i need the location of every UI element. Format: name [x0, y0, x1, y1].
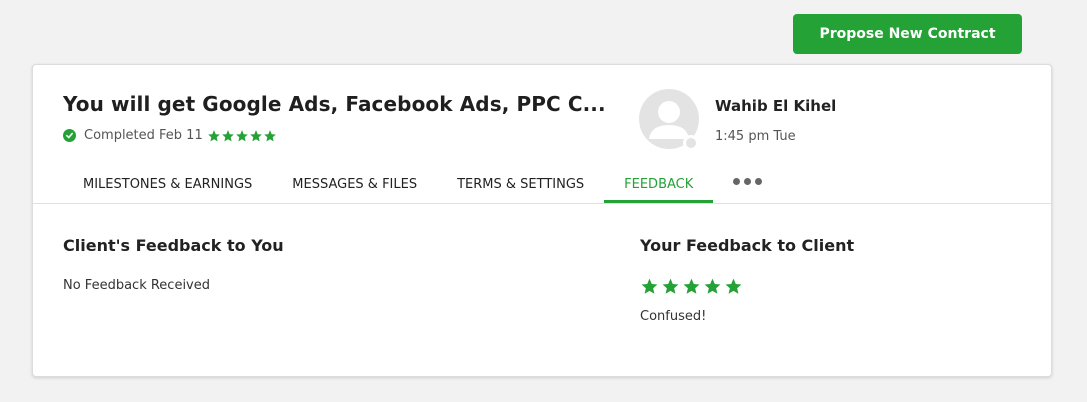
star-icon	[221, 129, 234, 141]
star-icon	[249, 129, 262, 141]
contract-rating-stars	[207, 129, 277, 143]
tabs-divider	[33, 203, 1051, 204]
tab-messages-files[interactable]: MESSAGES & FILES	[272, 166, 437, 203]
star-icon	[641, 278, 658, 294]
star-icon	[662, 278, 679, 294]
tab-feedback[interactable]: FEEDBACK	[604, 166, 714, 203]
your-feedback-heading: Your Feedback to Client	[640, 236, 855, 255]
more-dots-icon[interactable]	[713, 166, 782, 203]
contract-card: You will get Google Ads, Facebook Ads, P…	[32, 64, 1052, 377]
tab-milestones-earnings[interactable]: MILESTONES & EARNINGS	[63, 166, 272, 203]
tab-terms-settings[interactable]: TERMS & SETTINGS	[437, 166, 604, 203]
status-text: Completed Feb 11	[84, 128, 203, 143]
contract-title: You will get Google Ads, Facebook Ads, P…	[63, 92, 606, 116]
presence-indicator	[683, 135, 699, 151]
your-feedback-comment: Confused!	[640, 309, 707, 324]
client-feedback-heading: Client's Feedback to You	[63, 236, 284, 255]
contract-tabs: MILESTONES & EARNINGS MESSAGES & FILES T…	[63, 166, 782, 203]
client-feedback-text: No Feedback Received	[63, 278, 210, 293]
star-icon	[207, 129, 220, 141]
check-circle-icon	[63, 129, 76, 142]
star-icon	[683, 278, 700, 294]
client-name: Wahib El Kihel	[715, 97, 837, 115]
star-icon	[725, 278, 742, 294]
your-feedback-rating-stars	[640, 277, 743, 296]
star-icon	[263, 129, 276, 141]
propose-new-contract-button[interactable]: Propose New Contract	[793, 14, 1022, 54]
star-icon	[235, 129, 248, 141]
contract-status: Completed Feb 11	[63, 128, 277, 143]
star-icon	[704, 278, 721, 294]
client-local-time: 1:45 pm Tue	[715, 129, 796, 144]
